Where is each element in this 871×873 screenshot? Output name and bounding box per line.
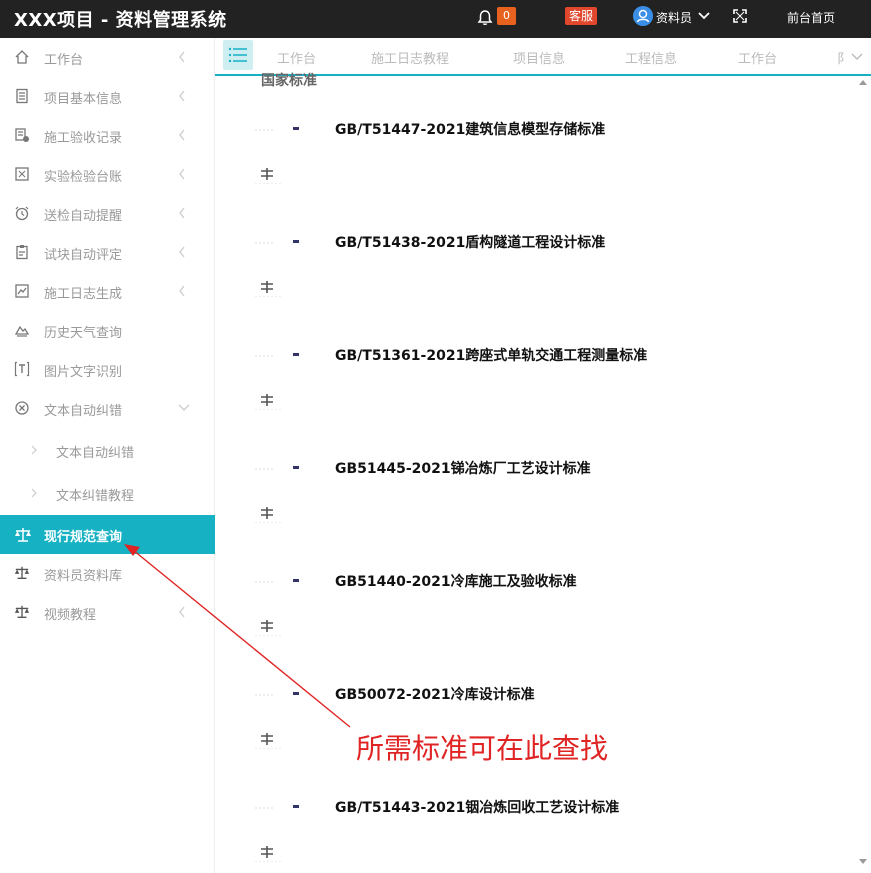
error-correction-icon: [15, 401, 29, 415]
chart-log-icon: [15, 284, 29, 298]
bell-icon[interactable]: [476, 9, 494, 27]
standard-thumbnail-icon: [255, 240, 299, 297]
sidebar-item-label: 施工日志生成: [44, 287, 123, 302]
weather-icon: [14, 325, 30, 337]
fullscreen-icon[interactable]: [733, 9, 747, 23]
sidebar-item-label: 实验检验台账: [44, 170, 123, 185]
chevron-left-icon: [179, 285, 185, 297]
standard-item[interactable]: GB51440-2021冷库施工及验收标准: [215, 528, 871, 641]
sidebar-item-image-text-recognition[interactable]: 图片文字识别: [0, 350, 215, 389]
chevron-left-icon: [179, 246, 185, 258]
sidebar-subitem-auto-correction[interactable]: 文本自动纠错: [0, 430, 215, 470]
clipboard-icon: [16, 245, 28, 260]
chevron-right-icon: [31, 445, 37, 455]
sidebar-item-label: 现行规范查询: [44, 530, 123, 545]
sidebar-item-label: 资料员资料库: [44, 569, 123, 584]
chevron-left-icon: [179, 51, 185, 63]
sidebar-item-label: 送检自动提醒: [44, 209, 123, 224]
standard-title[interactable]: GB51445-2021锑冶炼厂工艺设计标准: [335, 458, 591, 478]
sidebar-item-label: 文本自动纠错: [44, 404, 123, 419]
app-title: XXX项目 - 资料管理系统: [14, 10, 227, 31]
notification-badge: 0: [497, 7, 516, 25]
chevron-left-icon: [179, 90, 185, 102]
standard-item[interactable]: GB/T51361-2021跨座式单轨交通工程测量标准: [215, 302, 871, 415]
user-avatar-icon[interactable]: [633, 6, 653, 26]
sidebar-subitem-correction-tutorial[interactable]: 文本纠错教程: [0, 473, 215, 513]
chevron-down-icon[interactable]: [850, 52, 864, 62]
chevron-down-icon: [178, 404, 190, 411]
list-menu-icon: [228, 47, 247, 63]
chevron-left-icon: [179, 129, 185, 141]
scroll-up-icon[interactable]: [858, 78, 868, 86]
sidebar-subitem-label: 文本纠错教程: [56, 489, 135, 504]
sidebar-item-label: 图片文字识别: [44, 365, 123, 380]
scroll-down-icon[interactable]: [858, 858, 868, 866]
sidebar-item-label: 工作台: [44, 53, 84, 68]
standard-thumbnail-icon: [255, 353, 299, 410]
scale-icon: [14, 566, 30, 579]
sidebar-item-acceptance-record[interactable]: 施工验收记录: [0, 116, 215, 155]
scale-icon: [14, 605, 30, 618]
sidebar-item-current-standards[interactable]: 现行规范查询: [0, 515, 215, 554]
sidebar-item-label: 历史天气查询: [44, 326, 123, 341]
chevron-left-icon: [179, 168, 185, 180]
sidebar-item-label: 施工验收记录: [44, 131, 123, 146]
sidebar: 工作台 项目基本信息 施工验收记录 实验检验台账 送检自动提醒 试块自动评定 施…: [0, 38, 215, 873]
scale-icon: [15, 528, 31, 542]
sidebar-item-weather-history[interactable]: 历史天气查询: [0, 311, 215, 350]
tab-engineering-info[interactable]: 工程信息: [625, 48, 677, 67]
tab-log-tutorial[interactable]: 施工日志教程: [371, 48, 449, 67]
sidebar-subitem-label: 文本自动纠错: [56, 446, 135, 461]
standard-thumbnail-icon: [255, 805, 299, 862]
standard-thumbnail-icon: [255, 466, 299, 523]
standard-title[interactable]: GB51440-2021冷库施工及验收标准: [335, 571, 577, 591]
tab-project-info[interactable]: 项目信息: [513, 48, 565, 67]
chevron-left-icon: [179, 207, 185, 219]
document-icon: [16, 88, 28, 104]
standard-title[interactable]: GB/T51438-2021盾构隧道工程设计标准: [335, 232, 605, 252]
chevron-right-icon: [31, 488, 37, 498]
standard-thumbnail-icon: [255, 127, 299, 184]
sidebar-item-label: 试块自动评定: [44, 248, 123, 263]
standard-title[interactable]: GB/T51447-2021建筑信息模型存储标准: [335, 119, 605, 139]
sidebar-item-project-info[interactable]: 项目基本信息: [0, 77, 215, 116]
standard-item[interactable]: GB/T51438-2021盾构隧道工程设计标准: [215, 189, 871, 302]
standard-title[interactable]: GB/T51443-2021铟冶炼回收工艺设计标准: [335, 797, 619, 817]
chevron-left-icon: [179, 606, 185, 618]
standard-item[interactable]: GB/T51443-2021铟冶炼回收工艺设计标准: [215, 754, 871, 867]
ledger-icon: [15, 167, 29, 181]
user-name[interactable]: 资料员: [656, 9, 692, 26]
standard-thumbnail-icon: [255, 692, 299, 749]
alarm-clock-icon: [15, 206, 29, 221]
sidebar-item-label: 项目基本信息: [44, 92, 123, 107]
home-icon: [15, 50, 29, 64]
sidebar-item-document-library[interactable]: 资料员资料库: [0, 554, 215, 593]
sidebar-item-video-tutorial[interactable]: 视频教程: [0, 593, 215, 632]
text-recognition-icon: [14, 361, 30, 377]
sidebar-item-workbench[interactable]: 工作台: [0, 38, 215, 77]
sidebar-item-test-ledger[interactable]: 实验检验台账: [0, 155, 215, 194]
customer-service-button[interactable]: 客服: [565, 7, 598, 25]
sidebar-item-inspection-reminder[interactable]: 送检自动提醒: [0, 194, 215, 233]
tab-workbench-2[interactable]: 工作台: [738, 48, 777, 67]
sidebar-item-text-correction[interactable]: 文本自动纠错: [0, 389, 215, 428]
sidebar-item-construction-log[interactable]: 施工日志生成: [0, 272, 215, 311]
chevron-down-icon[interactable]: [697, 11, 711, 21]
standard-title[interactable]: GB50072-2021冷库设计标准: [335, 684, 535, 704]
tab-workbench[interactable]: 工作台: [277, 48, 316, 67]
front-page-link[interactable]: 前台首页: [787, 9, 835, 26]
standard-title[interactable]: GB/T51361-2021跨座式单轨交通工程测量标准: [335, 345, 647, 365]
annotation-text: 所需标准可在此查找: [356, 732, 609, 765]
record-icon: [15, 128, 29, 142]
tab-overflow[interactable]: 阝: [837, 48, 850, 67]
standard-item[interactable]: GB51445-2021锑冶炼厂工艺设计标准: [215, 415, 871, 528]
standard-item[interactable]: GB/T51447-2021建筑信息模型存储标准: [215, 76, 871, 189]
top-navbar: XXX项目 - 资料管理系统 0 客服 资料员 前台首页: [0, 0, 871, 38]
sidebar-item-label: 视频教程: [44, 608, 97, 623]
menu-toggle-button[interactable]: [223, 40, 253, 70]
standard-thumbnail-icon: [255, 579, 299, 636]
sidebar-item-test-block-evaluation[interactable]: 试块自动评定: [0, 233, 215, 272]
